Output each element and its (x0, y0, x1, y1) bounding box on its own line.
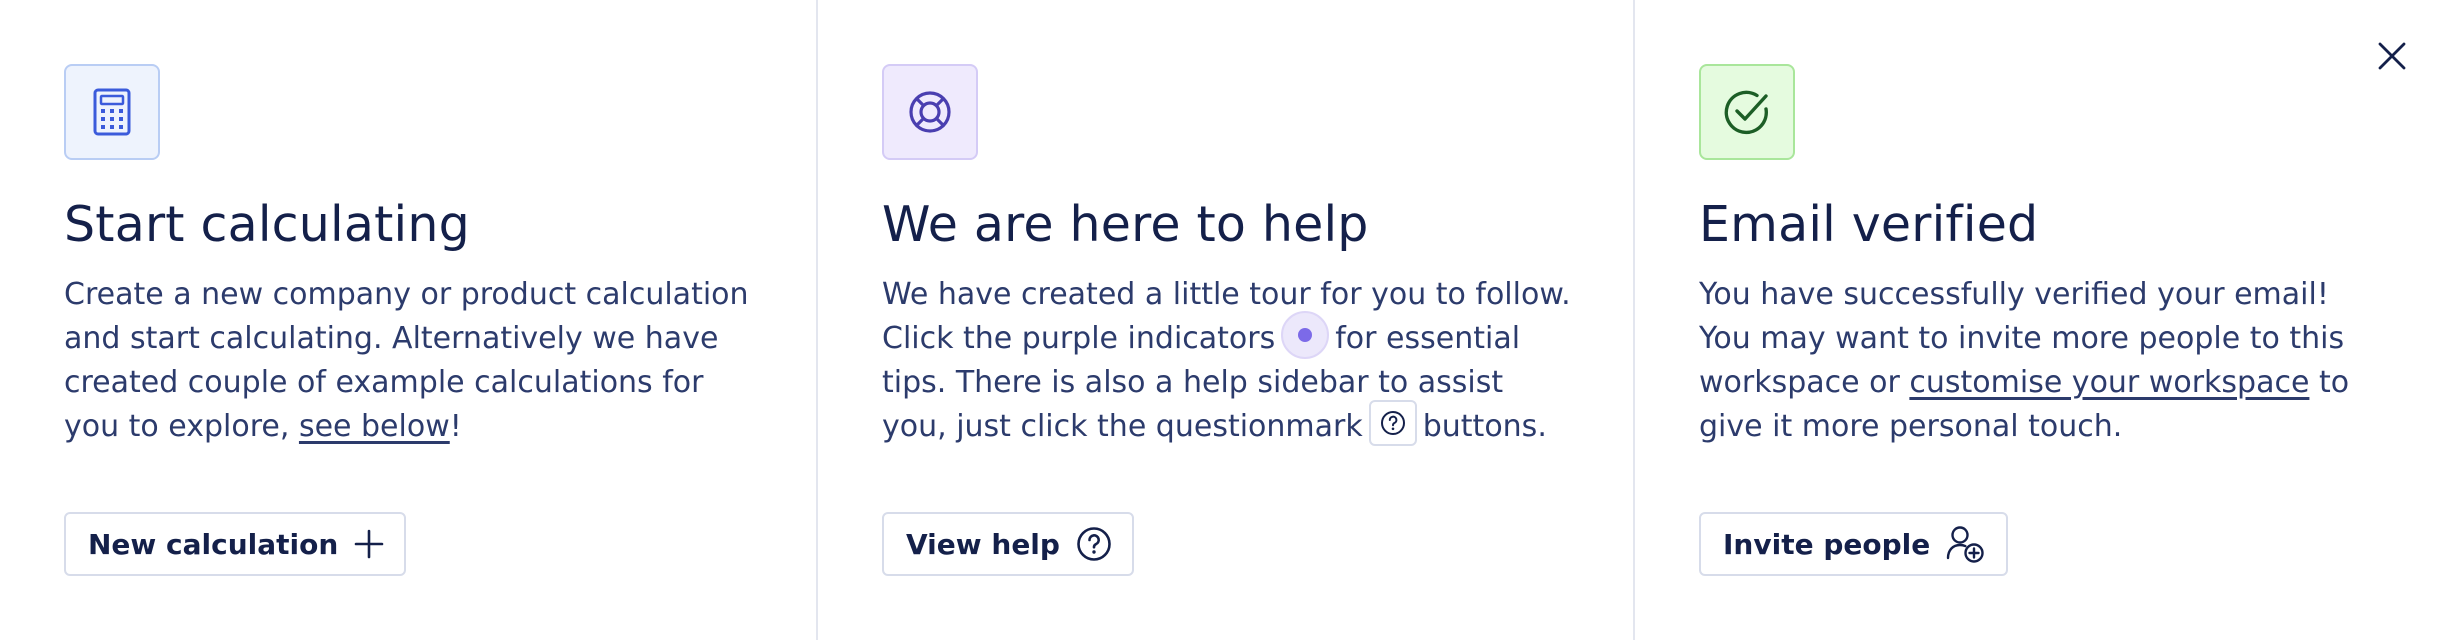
card-help: We are here to help We have created a li… (816, 0, 1633, 640)
onboarding-panel: Start calculating Create a new company o… (0, 0, 2448, 640)
help-circle-icon (1380, 411, 1405, 436)
card-title: We are here to help (882, 196, 1369, 253)
view-help-button[interactable]: View help (882, 512, 1134, 576)
calculator-icon-box (64, 64, 160, 160)
customise-workspace-link[interactable]: customise your workspace (1909, 365, 2309, 400)
button-label: Invite people (1723, 527, 1931, 561)
indicator-dot-icon (1298, 328, 1313, 343)
card-description: We have created a little tour for you to… (882, 273, 1572, 449)
new-calculation-button[interactable]: New calculation (64, 512, 407, 576)
tour-indicator-example[interactable] (1281, 311, 1330, 360)
card-description: You have successfully verified your emai… (1699, 276, 2350, 444)
card-start-calculating: Start calculating Create a new company o… (0, 0, 816, 640)
help-circle-icon (1077, 527, 1111, 561)
questionmark-button-example[interactable] (1368, 400, 1417, 447)
check-icon-box (1699, 64, 1795, 160)
lifebuoy-icon-box (882, 64, 978, 160)
close-button[interactable] (2372, 36, 2412, 76)
plus-icon (355, 529, 384, 559)
check-circle-icon (1724, 90, 1768, 135)
card-email-verified: Email verified You have successfully ver… (1633, 0, 2448, 640)
user-plus-icon (1947, 526, 1984, 563)
button-label: View help (906, 527, 1060, 561)
invite-people-button[interactable]: Invite people (1699, 512, 2009, 576)
lifebuoy-icon (909, 91, 951, 133)
see-below-link[interactable]: see below (299, 409, 450, 444)
card-title: Start calculating (64, 196, 470, 253)
calculator-icon (93, 88, 131, 136)
button-label: New calculation (88, 527, 339, 561)
card-description: Create a new company or product calculat… (64, 276, 749, 444)
close-icon (2378, 42, 2406, 70)
card-title: Email verified (1699, 196, 2039, 253)
